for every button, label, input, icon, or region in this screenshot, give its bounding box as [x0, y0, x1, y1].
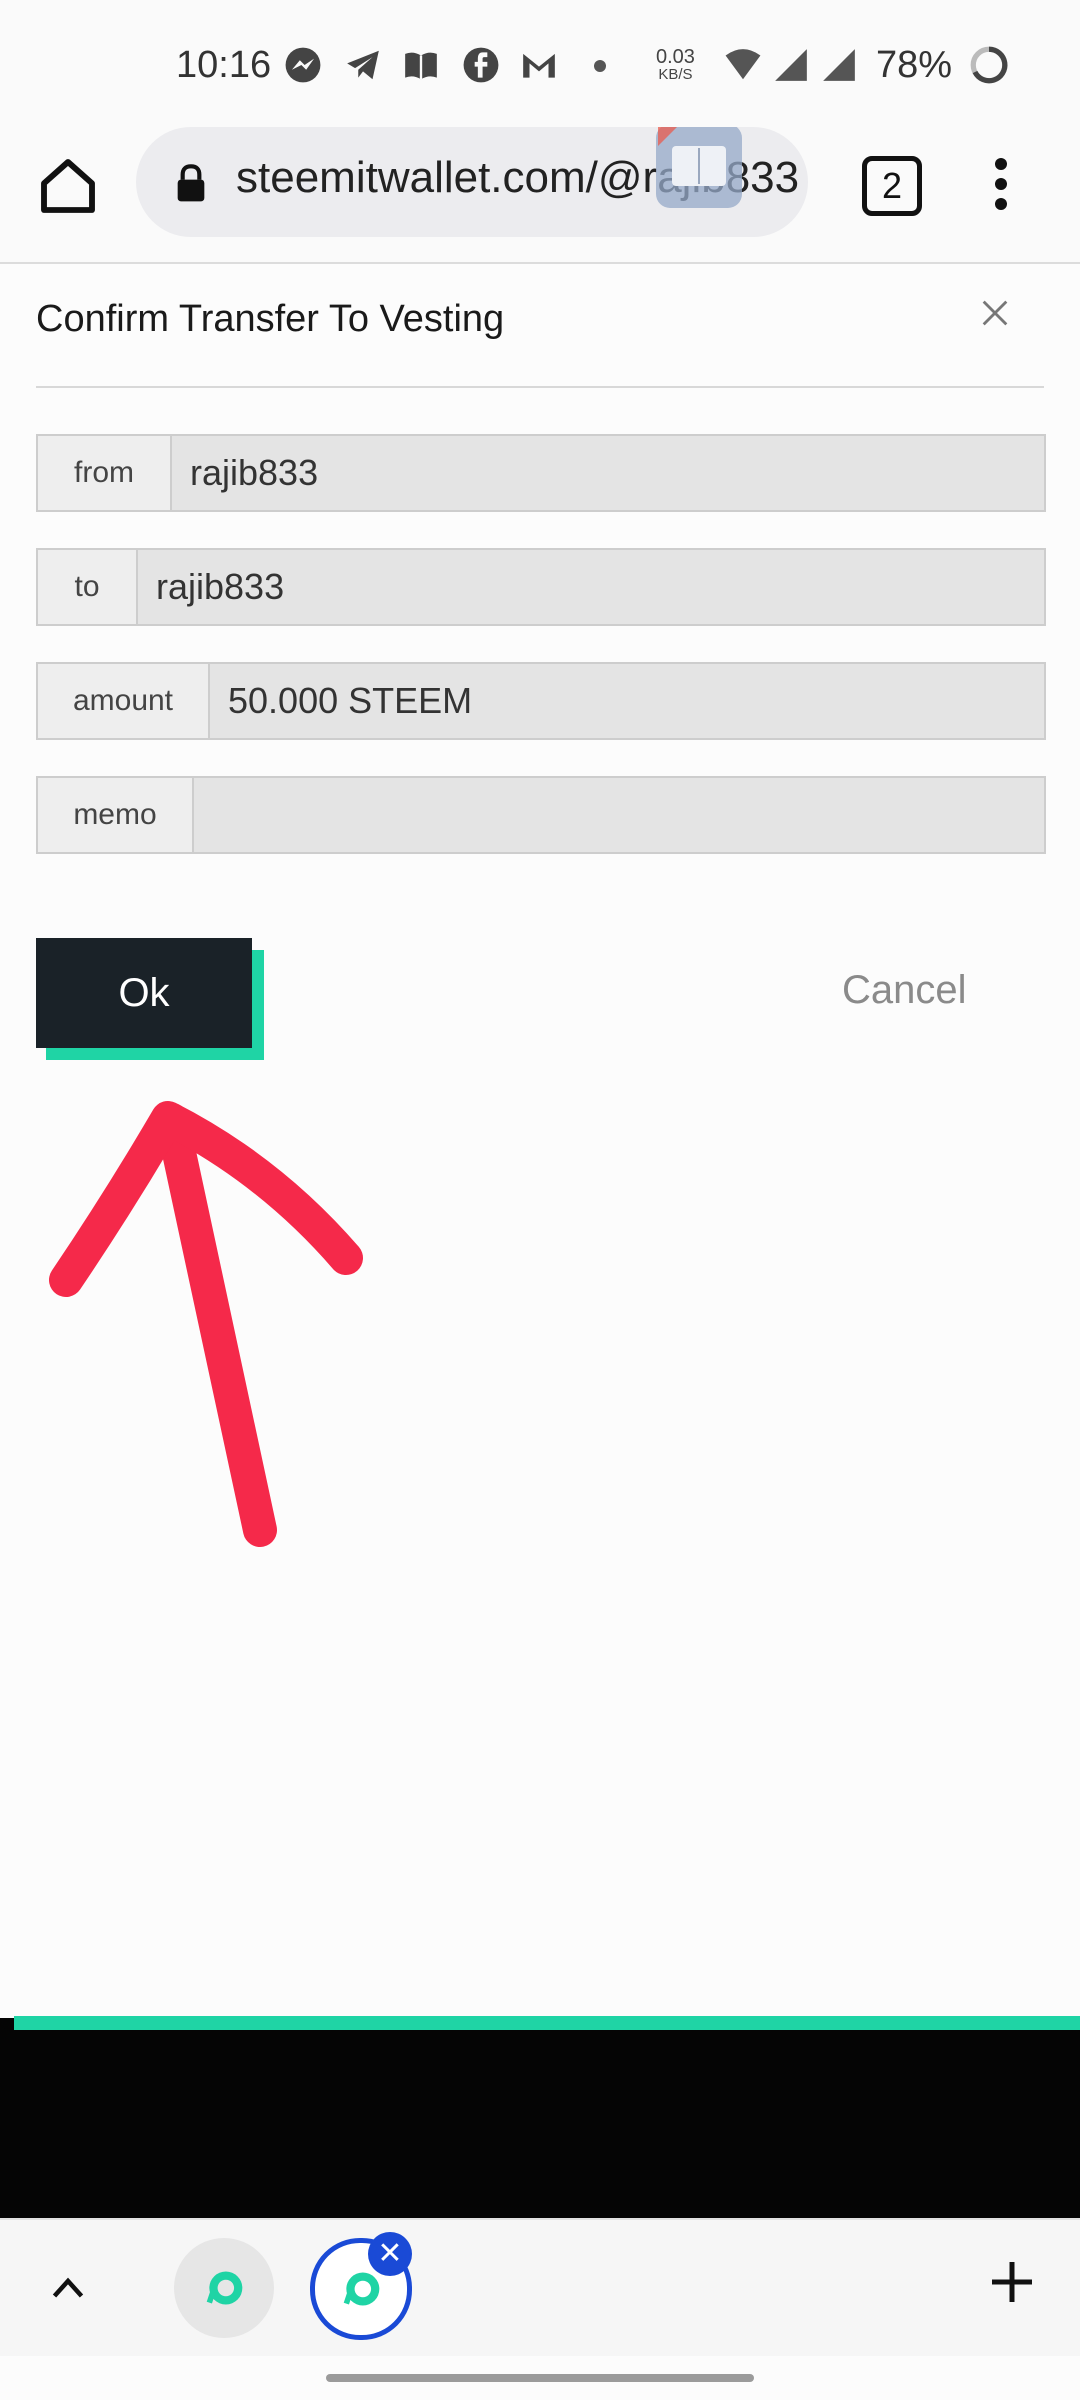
from-input[interactable]: rajib833 [172, 436, 1044, 510]
telegram-icon [347, 50, 379, 80]
wifi-icon [725, 49, 761, 80]
chat-bubble-icon-2 [343, 2272, 380, 2306]
amount-field: amount 50.000 STEEM [36, 662, 1046, 740]
signal-icon [775, 49, 807, 81]
tab-strip: ✕ [0, 2218, 1080, 2356]
battery-percent: 78% [876, 44, 953, 86]
messenger-icon [285, 47, 321, 83]
ok-button[interactable]: Ok [36, 938, 252, 1048]
cancel-button[interactable]: Cancel [842, 968, 967, 1013]
network-speed: 0.03 KB/S [656, 46, 695, 84]
lock-icon [177, 164, 205, 202]
network-speed-unit: KB/S [658, 66, 693, 83]
footer-accent-bar [14, 2016, 1080, 2030]
plus-icon[interactable] [988, 2258, 1036, 2306]
close-icon[interactable] [978, 296, 1012, 330]
book-icon [405, 52, 437, 80]
tabs-icon[interactable]: 2 [862, 156, 922, 216]
more-icon[interactable] [990, 158, 1012, 218]
tab-thumbnail[interactable] [174, 2238, 274, 2338]
annotation-arrow-icon [49, 1101, 363, 1547]
from-field: from rajib833 [36, 434, 1046, 512]
facebook-icon [463, 47, 499, 83]
memo-label: memo [38, 778, 194, 852]
close-tab-icon[interactable]: ✕ [368, 2232, 412, 2276]
notification-dot-icon [594, 60, 606, 72]
dialog-divider [36, 386, 1044, 388]
to-label: to [38, 550, 138, 624]
gmail-icon [523, 53, 555, 78]
memo-field: memo [36, 776, 1046, 854]
network-speed-value: 0.03 [656, 46, 695, 68]
page-footer [0, 2018, 1080, 2218]
to-field: to rajib833 [36, 548, 1046, 626]
home-icon[interactable] [36, 154, 100, 218]
status-bar: 10:16 0.03 KB/S 78% [0, 0, 1080, 120]
battery-icon [970, 46, 1008, 84]
browser-toolbar: steemitwallet.com/@rajib833 2 [0, 120, 1080, 264]
chevron-up-icon[interactable] [50, 2272, 86, 2302]
dialog-title: Confirm Transfer To Vesting [36, 298, 505, 340]
url-bar[interactable]: steemitwallet.com/@rajib833 [136, 127, 808, 237]
to-input[interactable]: rajib833 [138, 550, 1044, 624]
from-label: from [38, 436, 172, 510]
amount-label: amount [38, 664, 210, 738]
home-indicator[interactable] [326, 2374, 754, 2382]
amount-input[interactable]: 50.000 STEEM [210, 664, 1044, 738]
chat-bubble-icon [206, 2271, 243, 2305]
status-time: 10:16 [176, 44, 272, 86]
memo-input[interactable] [194, 778, 1044, 852]
signal-icon-2 [823, 49, 855, 81]
reader-icon[interactable] [656, 127, 742, 208]
